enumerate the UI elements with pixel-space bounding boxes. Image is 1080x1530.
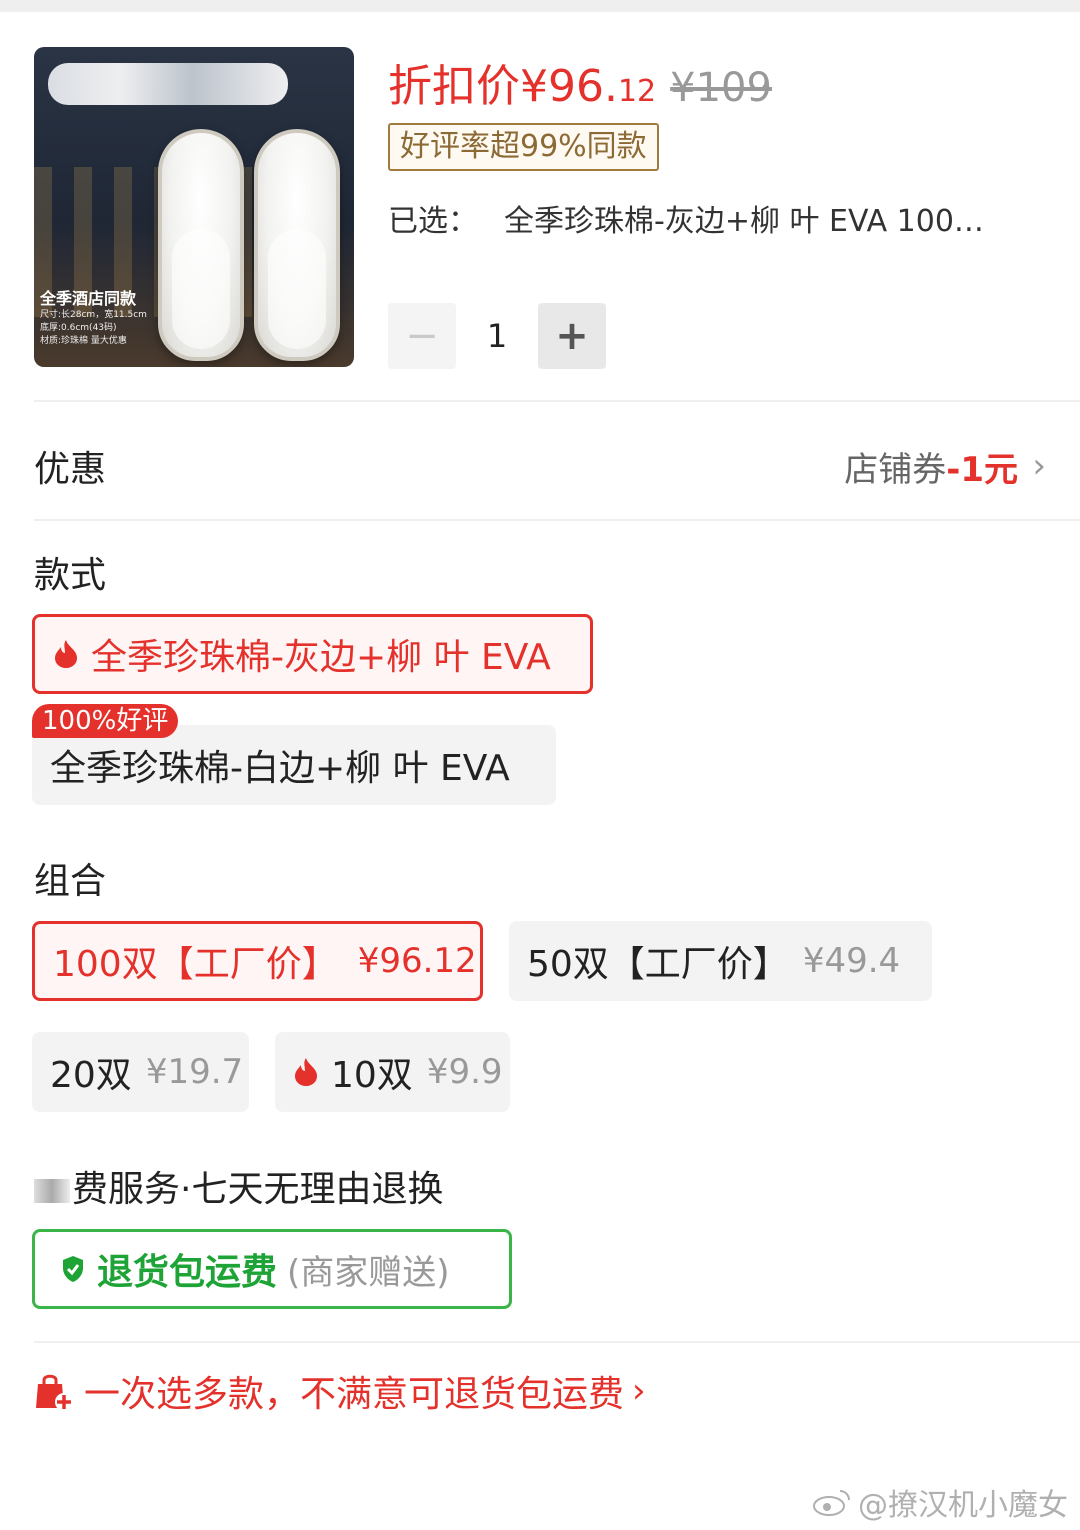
- watermark-text: @撩汉机小魔女: [858, 1488, 1068, 1523]
- combo-option-100[interactable]: 100双【工厂价】 ¥96.12: [32, 921, 483, 1001]
- increase-quantity-button[interactable]: +: [538, 303, 606, 369]
- combo-option-price: ¥9.9: [426, 1052, 503, 1092]
- thumbnail-caption-line: 材质:珍珠棉 量大优惠: [40, 336, 127, 346]
- price-decimal: 12: [617, 74, 657, 109]
- shopping-bag-plus-icon: [36, 1374, 73, 1411]
- quantity-value[interactable]: 1: [456, 317, 538, 355]
- quantity-stepper: − 1 +: [388, 303, 606, 369]
- combo-option-price: ¥49.4: [802, 941, 901, 981]
- combo-option-label: 100双【工厂价】: [53, 944, 338, 985]
- combo-option-10[interactable]: 10双 ¥9.9: [275, 1032, 510, 1112]
- combo-option-label: 10双: [331, 1055, 413, 1096]
- style-option-label: 全季珍珠棉-白边+柳 叶 EVA: [50, 748, 510, 789]
- multi-select-promo[interactable]: 一次选多款，不满意可退货包运费 ›: [32, 1368, 646, 1415]
- chevron-right-icon: ›: [1032, 446, 1046, 486]
- thumbnail-caption: 全季酒店同款 尺寸:长28cm，宽11.5cm 底厚:0.6cm(43码) 材质…: [40, 289, 170, 348]
- price-main: ¥96.: [520, 61, 618, 112]
- shield-check-icon: [63, 1256, 83, 1282]
- price-row: 折扣价¥96.12 ¥109: [388, 50, 772, 112]
- thumbnail-blurred-logo: [48, 63, 288, 105]
- combo-option-20[interactable]: 20双 ¥19.7: [32, 1032, 249, 1112]
- promo-text: 一次选多款，不满意可退货包运费: [84, 1374, 625, 1415]
- return-label: 退货包运费: [97, 1252, 278, 1293]
- flame-icon: [295, 1058, 317, 1086]
- weibo-logo-icon: [813, 1490, 850, 1516]
- combo-section-title: 组合: [34, 861, 107, 902]
- watermark: @撩汉机小魔女: [812, 1480, 1068, 1524]
- thumbnail-caption-title: 全季酒店同款: [40, 289, 137, 308]
- selected-value: 全季珍珠棉-灰边+柳 叶 EVA 100…: [504, 204, 984, 239]
- combo-option-price: ¥96.12: [357, 941, 477, 981]
- slipper-left-image: [158, 129, 244, 361]
- service-title-text: 费服务·七天无理由退换: [72, 1169, 444, 1210]
- flame-icon: [55, 640, 77, 668]
- coupon-amount: -1元: [946, 450, 1018, 490]
- discount-label: 优惠: [34, 449, 107, 490]
- thumbnail-caption-line: 尺寸:长28cm，宽11.5cm: [40, 310, 147, 320]
- discount-value: 店铺券-1元: [844, 442, 1018, 491]
- price-label: 折扣价: [388, 61, 520, 112]
- divider: [34, 400, 1080, 402]
- original-price: ¥109: [670, 65, 772, 111]
- style-section-title: 款式: [34, 555, 107, 596]
- blurred-text: [34, 1179, 70, 1203]
- decrease-quantity-button[interactable]: −: [388, 303, 456, 369]
- return-note: (商家赠送): [287, 1252, 450, 1293]
- slipper-right-image: [254, 129, 340, 361]
- divider: [34, 519, 1080, 521]
- chevron-right-icon: ›: [632, 1371, 646, 1411]
- divider: [34, 1341, 1080, 1343]
- selected-label: 已选：: [388, 204, 478, 239]
- combo-option-price: ¥19.7: [145, 1052, 244, 1092]
- service-section-title: 费服务·七天无理由退换: [34, 1160, 443, 1212]
- rating-badge: 好评率超99%同款: [388, 123, 659, 171]
- style-option-label: 全季珍珠棉-灰边+柳 叶 EVA: [91, 637, 551, 678]
- coupon-type: 店铺券: [844, 450, 947, 490]
- style-option-gray-edge[interactable]: 全季珍珠棉-灰边+柳 叶 EVA: [32, 614, 593, 694]
- selected-spec: 已选： 全季珍珠棉-灰边+柳 叶 EVA 100…: [388, 196, 1048, 240]
- combo-option-50[interactable]: 50双【工厂价】 ¥49.4: [509, 921, 932, 1001]
- product-thumbnail[interactable]: 全季酒店同款 尺寸:长28cm，宽11.5cm 底厚:0.6cm(43码) 材质…: [34, 47, 354, 367]
- top-status-strip: [0, 0, 1080, 12]
- free-return-shipping-badge[interactable]: 退货包运费 (商家赠送): [32, 1229, 512, 1309]
- combo-option-label: 50双【工厂价】: [527, 944, 789, 985]
- rating-tag: 100%好评: [32, 704, 179, 738]
- thumbnail-caption-line: 底厚:0.6cm(43码): [40, 323, 117, 333]
- combo-option-label: 20双: [50, 1055, 132, 1096]
- discount-row[interactable]: 优惠 店铺券-1元 ›: [34, 440, 1046, 490]
